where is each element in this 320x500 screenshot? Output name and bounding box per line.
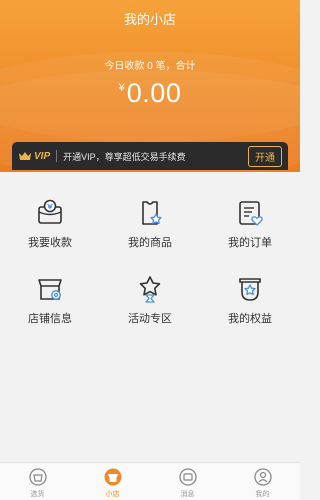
rights-badge-icon [239, 278, 261, 301]
tab-label: 小店 [105, 491, 120, 498]
bottom-tab-bar: 选货 小店 消息 我的 [0, 462, 300, 500]
cash-register-icon [38, 199, 62, 224]
vip-divider [56, 150, 58, 162]
product-shirt-icon [142, 201, 162, 225]
menu-item-label: 我的权益 [228, 313, 272, 325]
activity-icon [139, 276, 161, 303]
store-settings-icon [38, 279, 62, 300]
menu-item-products[interactable]: 我的商品 [100, 198, 200, 274]
vip-banner[interactable]: VIP 开通VIP，尊享超低交易手续费 开通 [12, 142, 288, 170]
menu-item-rights[interactable]: 我的权益 [200, 274, 300, 350]
menu-item-label: 我的订单 [228, 237, 272, 249]
menu-item-store-info[interactable]: 店铺信息 [0, 274, 100, 350]
open-vip-button[interactable]: 开通 [248, 145, 282, 167]
income-label: 今日收款 0 笔，合计 [104, 61, 196, 72]
income-amount: ¥0.00 [0, 78, 300, 109]
tab-shop[interactable]: 小店 [75, 463, 150, 500]
menu-item-label: 我要收款 [28, 237, 72, 249]
tab-label: 我的 [255, 491, 270, 498]
vip-message: 开通VIP，尊享超低交易手续费 [63, 151, 186, 162]
currency-symbol: ¥ [118, 82, 125, 94]
menu-item-activities[interactable]: 活动专区 [100, 274, 200, 350]
crown-icon [19, 152, 31, 160]
vip-logo-text: VIP [34, 150, 51, 162]
shop-icon [104, 468, 121, 486]
vip-logo: VIP [18, 151, 50, 162]
menu-grid: 我要收款 我的商品 我的订单 店铺信息 活动专区 我的权益 [0, 172, 300, 462]
menu-item-label: 我的商品 [128, 237, 172, 249]
menu-item-label: 活动专区 [128, 313, 172, 325]
amount-value: 0.00 [126, 78, 182, 108]
profile-icon [253, 468, 272, 486]
tab-messages[interactable]: 消息 [150, 463, 225, 500]
menu-item-label: 店铺信息 [28, 313, 72, 325]
tab-label: 选货 [30, 491, 45, 498]
tab-profile[interactable]: 我的 [225, 463, 300, 500]
tab-select-goods[interactable]: 选货 [0, 463, 75, 500]
order-list-icon [239, 201, 263, 226]
menu-item-orders[interactable]: 我的订单 [200, 198, 300, 274]
tab-label: 消息 [180, 491, 195, 498]
menu-item-receive-payment[interactable]: 我要收款 [0, 198, 100, 274]
message-icon [178, 468, 197, 486]
page-title: 我的小店 [123, 12, 176, 27]
select-goods-icon [28, 468, 47, 486]
